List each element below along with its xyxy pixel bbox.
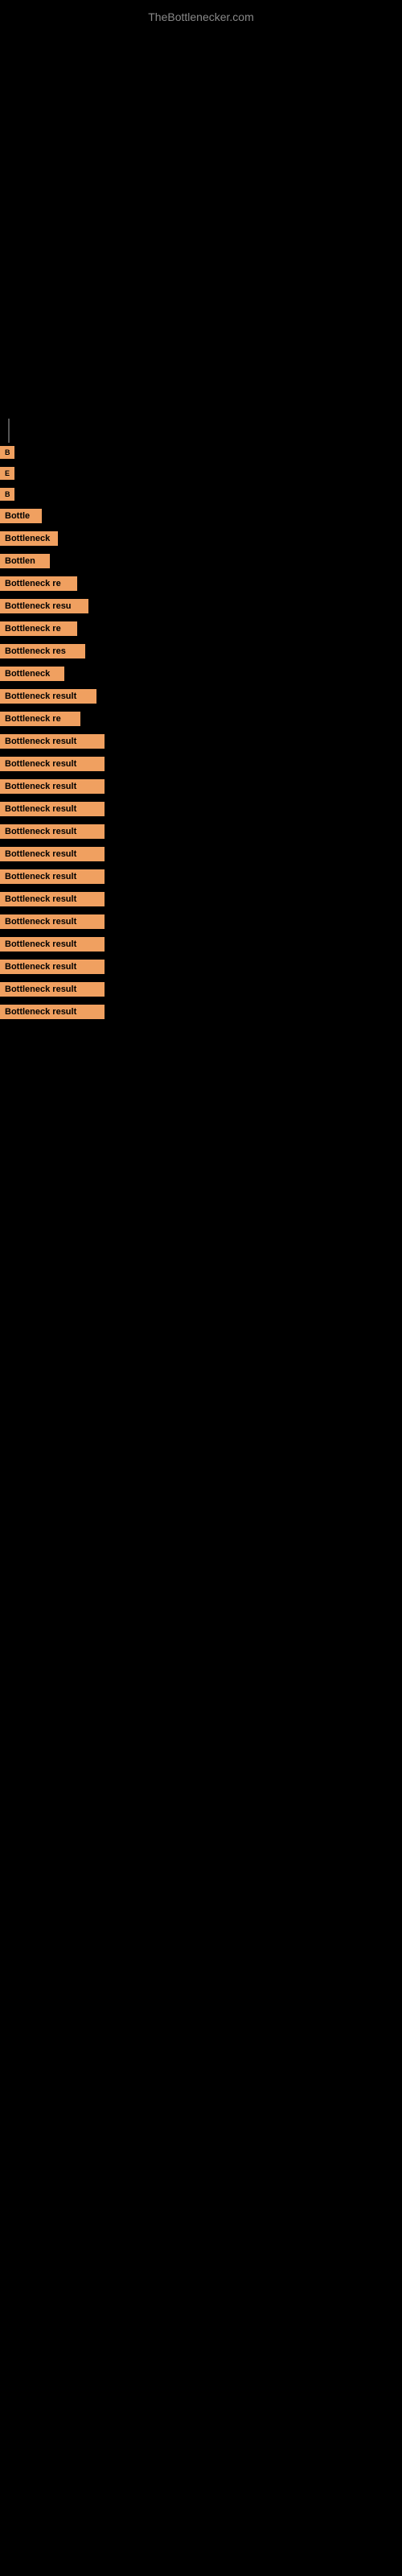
bottleneck-result-label: Bottleneck re: [0, 621, 77, 636]
bottleneck-items-container: BEB Bottle Bottleneck Bottlen Bottleneck re B…: [0, 443, 402, 1024]
bottleneck-result-label: B: [0, 488, 14, 501]
bottleneck-result-label: Bottleneck result: [0, 824, 105, 839]
bottleneck-result-label: Bottleneck result: [0, 1005, 105, 1019]
list-item: Bottleneck result: [0, 844, 402, 865]
bottleneck-result-label: Bottleneck re: [0, 712, 80, 726]
bottleneck-result-label: Bottleneck result: [0, 847, 105, 861]
list-item: Bottleneck result: [0, 731, 402, 752]
bottleneck-result-label: Bottleneck result: [0, 734, 105, 749]
list-item: Bottleneck res: [0, 641, 402, 662]
list-item: Bottleneck result: [0, 866, 402, 887]
list-item: Bottlen: [0, 551, 402, 572]
bottleneck-result-label: Bottle: [0, 509, 42, 523]
list-item: Bottleneck result: [0, 934, 402, 955]
site-title: TheBottlenecker.com: [0, 4, 402, 30]
bottleneck-result-label: Bottleneck resu: [0, 599, 88, 613]
bottleneck-result-label: Bottleneck result: [0, 689, 96, 704]
list-item: B: [0, 443, 402, 462]
bottleneck-result-label: Bottleneck re: [0, 576, 77, 591]
list-item: Bottleneck result: [0, 956, 402, 977]
bottleneck-result-label: Bottleneck result: [0, 757, 105, 771]
list-item: Bottleneck result: [0, 911, 402, 932]
bottleneck-result-label: Bottleneck: [0, 531, 58, 546]
bottleneck-result-label: Bottleneck result: [0, 914, 105, 929]
bottleneck-result-label: B: [0, 446, 14, 459]
bottleneck-result-label: Bottleneck result: [0, 937, 105, 952]
bottleneck-result-label: Bottleneck result: [0, 869, 105, 884]
list-item: Bottleneck result: [0, 889, 402, 910]
list-item: Bottleneck: [0, 663, 402, 684]
list-item: Bottleneck resu: [0, 596, 402, 617]
bottleneck-result-label: Bottleneck result: [0, 982, 105, 997]
list-item: Bottleneck result: [0, 1001, 402, 1022]
list-item: Bottleneck result: [0, 686, 402, 707]
list-item: Bottleneck: [0, 528, 402, 549]
bottleneck-result-label: E: [0, 467, 14, 480]
list-item: E: [0, 464, 402, 483]
bottleneck-result-label: Bottleneck result: [0, 960, 105, 974]
bottleneck-result-label: Bottlen: [0, 554, 50, 568]
list-item: Bottleneck result: [0, 776, 402, 797]
bottleneck-result-label: Bottleneck result: [0, 779, 105, 794]
bottleneck-result-label: Bottleneck result: [0, 802, 105, 816]
list-item: Bottleneck re: [0, 708, 402, 729]
list-item: B: [0, 485, 402, 504]
list-item: Bottleneck result: [0, 821, 402, 842]
list-item: Bottleneck result: [0, 979, 402, 1000]
list-item: Bottle: [0, 506, 402, 526]
bottleneck-result-label: Bottleneck: [0, 667, 64, 681]
list-item: Bottleneck re: [0, 618, 402, 639]
list-item: Bottleneck result: [0, 799, 402, 819]
bottleneck-result-label: Bottleneck res: [0, 644, 85, 658]
vertical-line: [8, 419, 10, 443]
list-item: Bottleneck result: [0, 753, 402, 774]
list-item: Bottleneck re: [0, 573, 402, 594]
bottleneck-result-label: Bottleneck result: [0, 892, 105, 906]
